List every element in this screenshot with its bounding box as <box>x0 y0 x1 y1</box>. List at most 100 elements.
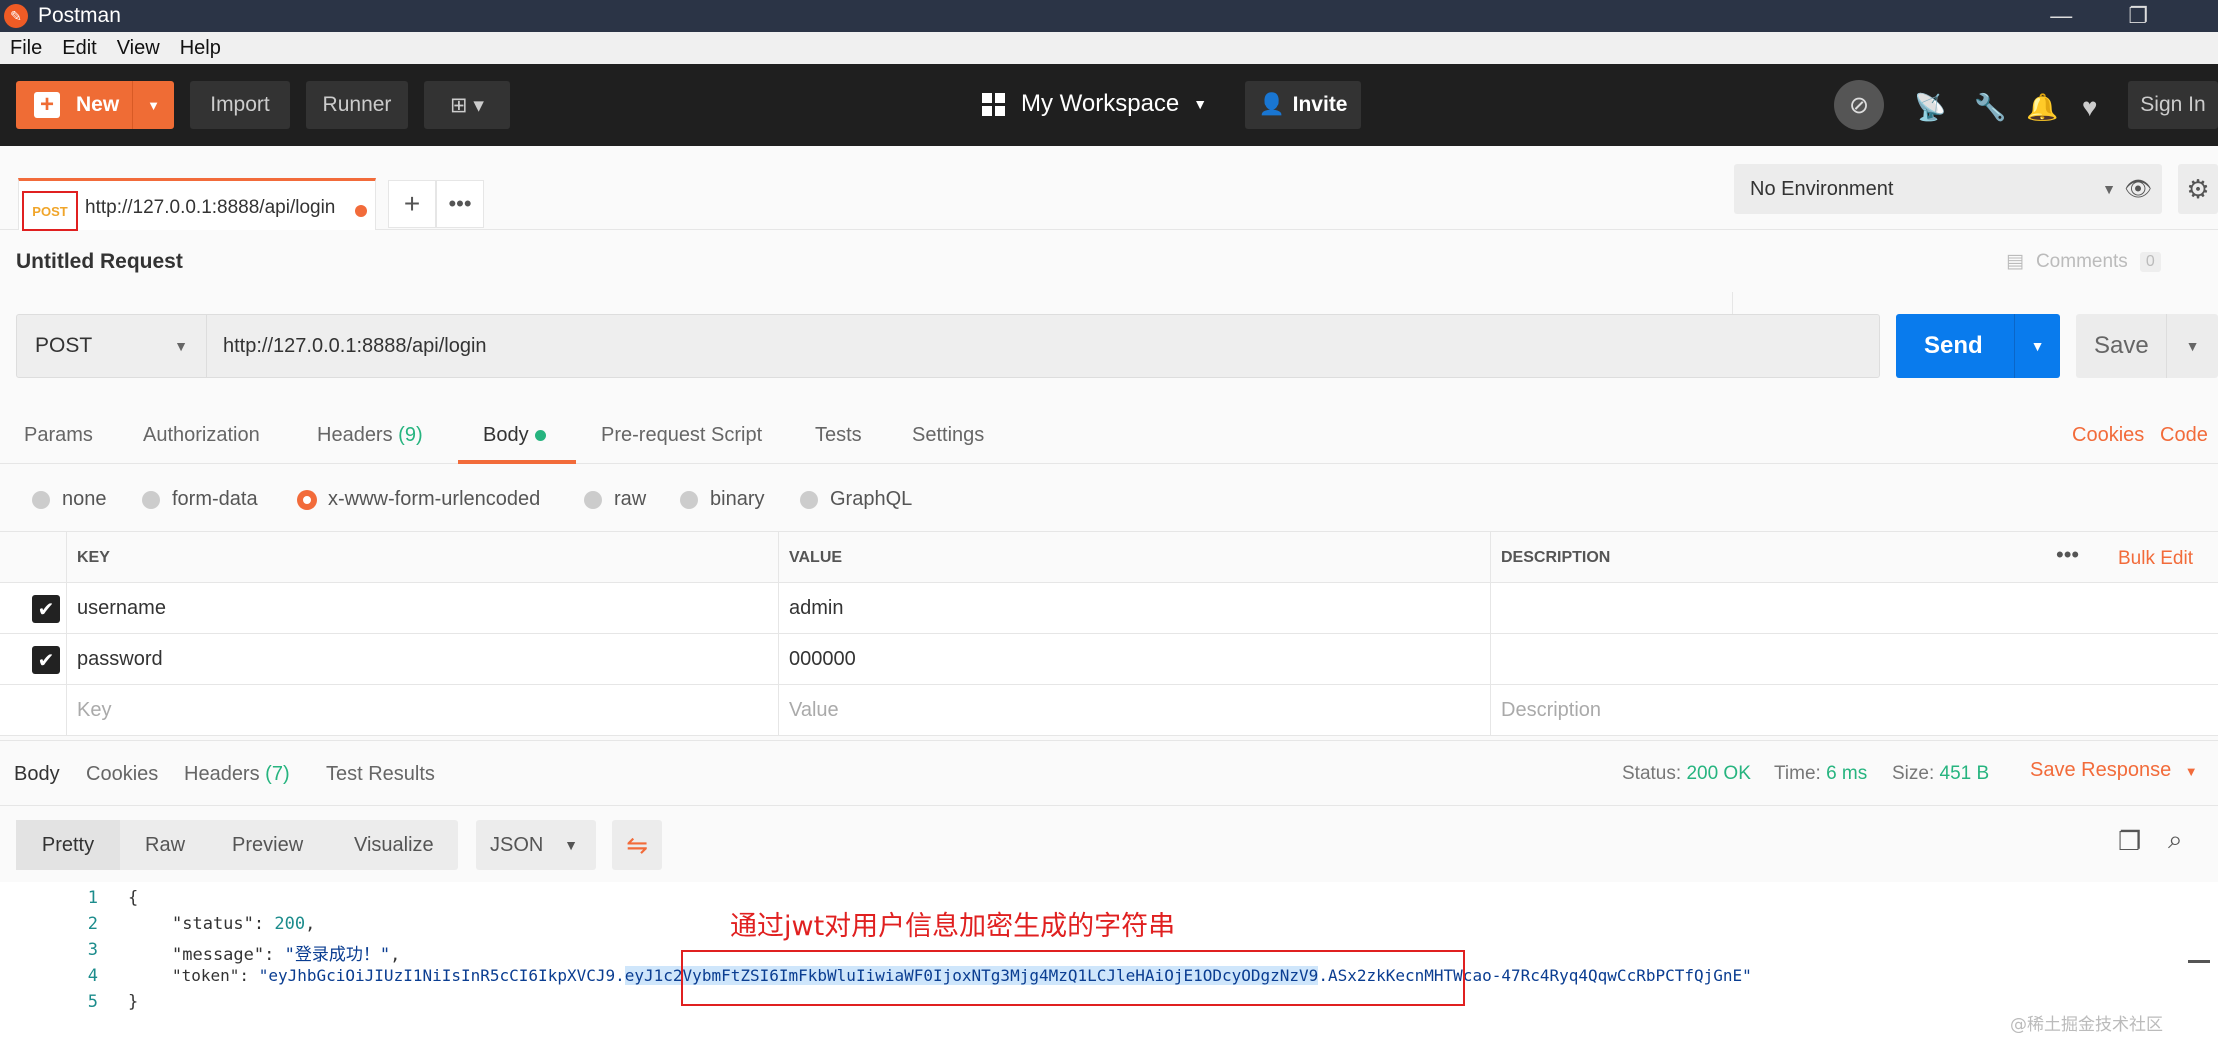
heart-icon[interactable]: ♥ <box>2082 92 2097 123</box>
response-tab-body[interactable]: Body <box>14 763 60 786</box>
key-input[interactable]: Key <box>66 685 778 736</box>
cookies-link[interactable]: Cookies <box>2072 424 2144 447</box>
line-number: 1 <box>87 888 98 908</box>
radio-graphql[interactable]: GraphQL <box>800 488 912 511</box>
tab-prerequest-script[interactable]: Pre-request Script <box>601 424 762 447</box>
tab-params[interactable]: Params <box>24 424 93 447</box>
minimize-icon[interactable]: — <box>2050 3 2072 29</box>
response-tab-headers[interactable]: Headers (7) <box>184 763 290 786</box>
chevron-down-icon[interactable]: ▼ <box>2166 314 2218 378</box>
view-pretty[interactable]: Pretty <box>16 820 120 870</box>
view-preview[interactable]: Preview <box>232 834 303 857</box>
value-cell[interactable]: 000000 <box>778 634 1490 685</box>
value-input[interactable]: Value <box>778 685 1490 736</box>
new-window-button[interactable]: ⊞ ▾ <box>424 81 510 129</box>
chevron-down-icon[interactable]: ▼ <box>2014 314 2060 378</box>
bulk-edit-link[interactable]: Bulk Edit <box>2118 548 2193 570</box>
bell-icon[interactable]: 🔔 <box>2026 92 2058 123</box>
radio-none[interactable]: none <box>32 488 107 511</box>
radio-raw-label: raw <box>614 488 647 510</box>
radio-circle-icon <box>800 490 818 509</box>
chevron-down-icon[interactable]: ▼ <box>132 81 174 129</box>
description-input[interactable]: Description <box>1490 685 2218 736</box>
response-tab-test-results[interactable]: Test Results <box>326 763 435 786</box>
menu-help[interactable]: Help <box>180 37 221 60</box>
method-select[interactable]: POST ▼ <box>17 315 207 377</box>
save-response-button[interactable]: Save Response ▼ <box>2030 759 2198 782</box>
gear-icon: ⚙ <box>2186 173 2210 204</box>
sync-off-icon[interactable]: ⊘ <box>1834 80 1884 130</box>
save-response-label: Save Response <box>2030 759 2172 781</box>
window-title: Postman <box>38 4 121 27</box>
method-label: POST <box>35 334 93 357</box>
save-button[interactable]: Save ▼ <box>2076 314 2218 378</box>
radio-none-label: none <box>62 488 107 510</box>
comments-label: Comments <box>2035 250 2128 272</box>
checkbox-checked-icon[interactable]: ✔ <box>32 646 60 674</box>
tab-headers[interactable]: Headers (9) <box>317 424 423 447</box>
response-tabs: Body Cookies Headers (7) Test Results St… <box>0 740 2218 806</box>
table-header-row: KEY VALUE DESCRIPTION ••• Bulk Edit <box>0 532 2218 583</box>
response-size: Size: 451 B <box>1892 763 1989 785</box>
key-cell[interactable]: password <box>66 634 778 685</box>
value-cell[interactable]: admin <box>778 583 1490 634</box>
radio-form-data[interactable]: form-data <box>142 488 258 511</box>
json-key: "token": <box>172 966 259 985</box>
view-visualize[interactable]: Visualize <box>354 834 434 857</box>
radio-urlencoded[interactable]: x-www-form-urlencoded <box>298 488 540 511</box>
tab-tests[interactable]: Tests <box>815 424 862 447</box>
tab-authorization[interactable]: Authorization <box>143 424 260 447</box>
scrollbar-thumb[interactable] <box>2188 960 2210 963</box>
sign-in-button[interactable]: Sign In <box>2128 81 2218 129</box>
comma: , <box>390 945 401 965</box>
tab-body[interactable]: Body <box>483 424 546 447</box>
description-cell[interactable] <box>1490 583 2218 634</box>
import-button[interactable]: Import <box>190 81 290 129</box>
comments-button[interactable]: ▤ Comments 0 <box>2006 250 2161 273</box>
environment-select[interactable]: No Environment ▼ <box>1734 164 2134 214</box>
radio-circle-icon <box>680 490 698 509</box>
send-button[interactable]: Send ▼ <box>1896 314 2060 378</box>
body-type-radios: none form-data x-www-form-urlencoded raw… <box>0 464 2218 532</box>
wrap-lines-button[interactable]: ⇋ <box>612 820 662 870</box>
description-cell[interactable] <box>1490 634 2218 685</box>
satellite-icon[interactable]: 📡 <box>1914 92 1946 123</box>
checkbox-checked-icon[interactable]: ✔ <box>32 595 60 623</box>
unsaved-dot-icon <box>355 205 367 217</box>
url-input[interactable]: http://127.0.0.1:8888/api/login <box>223 335 487 358</box>
workspace-selector[interactable]: My Workspace ▼ <box>982 90 1207 118</box>
code-link[interactable]: Code <box>2160 424 2208 447</box>
format-select[interactable]: JSON ▼ <box>476 820 596 870</box>
radio-raw[interactable]: raw <box>584 488 646 511</box>
request-tab[interactable]: POST http://127.0.0.1:8888/api/login <box>18 178 376 231</box>
invite-button[interactable]: 👤 Invite <box>1245 81 1361 129</box>
annotation-box <box>681 950 1465 1006</box>
tab-settings[interactable]: Settings <box>912 424 984 447</box>
response-tab-cookies[interactable]: Cookies <box>86 763 158 786</box>
request-title[interactable]: Untitled Request <box>16 250 183 274</box>
search-icon[interactable]: ⌕ <box>2168 824 2183 856</box>
restore-icon[interactable]: ❐ <box>2128 3 2148 29</box>
json-number: 200 <box>274 914 306 934</box>
radio-binary[interactable]: binary <box>680 488 764 511</box>
wrench-icon[interactable]: 🔧 <box>1974 92 2006 123</box>
radio-circle-icon <box>142 490 160 509</box>
send-label: Send <box>1924 332 1983 359</box>
environment-label: No Environment <box>1750 177 1894 200</box>
manage-environments-button[interactable]: ⚙ <box>2178 164 2218 214</box>
new-tab-button[interactable]: + <box>388 180 436 228</box>
menu-view[interactable]: View <box>117 37 160 60</box>
status-value: 200 OK <box>1686 763 1751 784</box>
tab-options-button[interactable]: ••• <box>436 180 484 228</box>
copy-icon[interactable]: ❐ <box>2118 826 2141 857</box>
more-icon[interactable]: ••• <box>2056 542 2079 568</box>
runner-button[interactable]: Runner <box>306 81 408 129</box>
view-raw[interactable]: Raw <box>145 834 185 857</box>
key-cell[interactable]: username <box>66 583 778 634</box>
menu-edit[interactable]: Edit <box>62 37 96 60</box>
line-number: 4 <box>87 966 98 986</box>
new-button[interactable]: + New ▼ <box>16 81 174 129</box>
environment-quick-look-button[interactable]: 👁 <box>2114 164 2162 214</box>
menu-file[interactable]: File <box>10 37 42 60</box>
response-time: Time: 6 ms <box>1774 763 1867 785</box>
